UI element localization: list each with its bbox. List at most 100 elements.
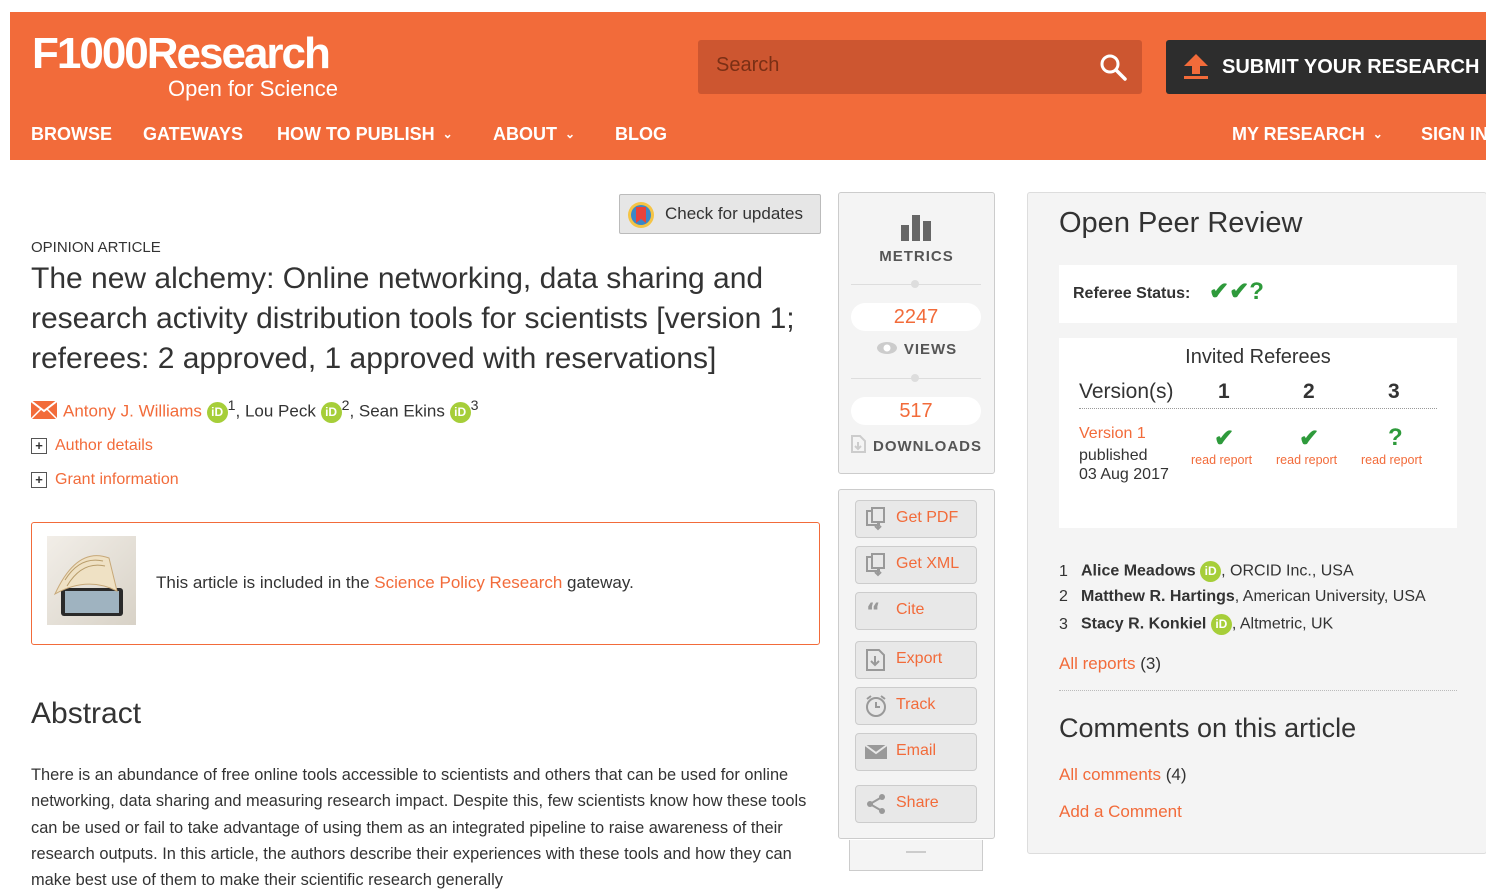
author-details-toggle[interactable]: + Author details: [31, 437, 153, 455]
get-pdf-button[interactable]: Get PDF: [855, 500, 977, 538]
gateway-image: [47, 536, 136, 625]
referee-affiliation: , Altmetric, UK: [1231, 615, 1334, 633]
submit-label: SUBMIT YOUR RESEARCH: [1222, 56, 1480, 78]
handle-bar: [906, 851, 926, 853]
referee-status-marks: ✔✔?: [1209, 278, 1264, 305]
panel-collapse-tab[interactable]: [849, 840, 983, 871]
grant-information-toggle[interactable]: + Grant information: [31, 471, 179, 489]
nav-how-to-publish-label: HOW TO PUBLISH: [277, 124, 435, 144]
export-icon: [866, 649, 885, 671]
chevron-down-icon: ⌄: [442, 127, 453, 141]
comments-heading: Comments on this article: [1059, 713, 1357, 743]
nav-my-research-label: MY RESEARCH: [1232, 124, 1365, 144]
get-xml-label: Get XML: [896, 555, 960, 572]
gateway-text: This article is included in the Science …: [156, 573, 634, 593]
crossmark-icon: [628, 202, 654, 228]
nav-blog[interactable]: BLOG: [615, 124, 667, 145]
referee-status-box: Referee Status: ✔✔?: [1059, 265, 1457, 323]
nav-about-label: ABOUT: [493, 124, 557, 144]
orcid-icon[interactable]: iD: [449, 401, 471, 423]
submit-research-button[interactable]: SUBMIT YOUR RESEARCH: [1166, 40, 1486, 94]
search-input[interactable]: Search: [698, 40, 1142, 94]
nav-gateways[interactable]: GATEWAYS: [143, 124, 243, 145]
email-icon[interactable]: [30, 399, 58, 420]
chevron-down-icon: ⌄: [1372, 127, 1383, 141]
add-comment-link[interactable]: Add a Comment: [1059, 802, 1182, 822]
gateway-prefix: This article is included in the: [156, 573, 375, 592]
all-comments-count: (4): [1165, 765, 1187, 784]
divider: [1079, 408, 1437, 409]
author-details-label: Author details: [55, 437, 153, 454]
share-button[interactable]: Share: [855, 785, 977, 823]
nav-browse[interactable]: BROWSE: [31, 124, 112, 145]
author-affiliation: 1: [227, 398, 236, 414]
search-placeholder: Search: [716, 54, 780, 76]
xml-download-icon: [866, 553, 885, 577]
versions-header: Version(s): [1079, 380, 1174, 403]
svg-text:“: “: [866, 600, 880, 623]
plus-icon: +: [31, 471, 47, 488]
plus-icon: +: [31, 437, 47, 454]
track-label: Track: [896, 696, 936, 713]
orcid-icon[interactable]: iD: [1210, 614, 1232, 635]
email-button[interactable]: Email: [855, 733, 977, 771]
pdf-download-icon: [866, 507, 885, 531]
upload-icon: [1184, 54, 1208, 79]
get-xml-button[interactable]: Get XML: [855, 546, 977, 584]
author-name[interactable]: Antony J. Williams: [63, 402, 202, 421]
eye-icon: [876, 342, 897, 354]
read-report-link[interactable]: read report: [1276, 453, 1337, 467]
read-report-link[interactable]: read report: [1191, 453, 1252, 467]
nav-sign-in[interactable]: SIGN IN: [1421, 124, 1486, 145]
referee-index: 1: [1059, 562, 1068, 580]
referee-number: 2: [1303, 380, 1315, 403]
published-date: 03 Aug 2017: [1079, 466, 1169, 483]
divider-dot: [911, 280, 919, 288]
referee-row: 3 Stacy R. Konkiel iD, Altmetric, UK: [1059, 614, 1333, 635]
referee-name: Matthew R. Hartings: [1081, 588, 1235, 605]
alarm-clock-icon: [866, 695, 886, 717]
logo-wordmark: F1000Research: [32, 29, 331, 78]
check-for-updates-button[interactable]: Check for updates: [619, 194, 821, 234]
referee-affiliation: , American University, USA: [1234, 588, 1426, 605]
divider-dot: [911, 374, 919, 382]
orcid-icon[interactable]: iD: [320, 401, 342, 423]
divider: [1059, 690, 1457, 691]
all-comments-link[interactable]: All comments: [1059, 765, 1161, 784]
referee-name: Stacy R. Konkiel: [1081, 615, 1207, 633]
export-button[interactable]: Export: [855, 641, 977, 679]
published-info: published 03 Aug 2017: [1079, 446, 1169, 484]
referee-index: 2: [1059, 588, 1068, 605]
read-report-link[interactable]: read report: [1361, 453, 1422, 467]
metrics-panel[interactable]: METRICS 2247 VIEWS 517 DOWNLOADS: [838, 192, 995, 474]
approved-check-icon: ✔: [1299, 425, 1320, 452]
all-reports-link[interactable]: All reports: [1059, 654, 1136, 673]
orcid-icon[interactable]: iD: [1200, 561, 1222, 582]
grant-information-label: Grant information: [55, 471, 179, 488]
referee-name: Alice Meadows: [1081, 562, 1196, 580]
track-button[interactable]: Track: [855, 687, 977, 725]
nav-how-to-publish[interactable]: HOW TO PUBLISH ⌄: [277, 124, 453, 145]
author-name: Sean Ekins: [358, 401, 445, 421]
site-header: F1000Research Open for Science Search SU…: [10, 12, 1486, 160]
search-icon[interactable]: [1098, 52, 1128, 82]
nav-about[interactable]: ABOUT ⌄: [493, 124, 575, 145]
nav-my-research[interactable]: MY RESEARCH ⌄: [1232, 124, 1383, 145]
version-1-link[interactable]: Version 1: [1079, 425, 1146, 443]
all-reports-count: (3): [1140, 654, 1162, 673]
envelope-icon: [864, 744, 888, 759]
invited-referees-table: Invited Referees Version(s) 1 2 3 Versio…: [1059, 338, 1457, 528]
article-actions-panel: Get PDF Get XML “ Cite Export Track Emai…: [838, 489, 995, 839]
referee-index: 3: [1059, 615, 1068, 633]
referee-number: 3: [1388, 380, 1400, 403]
open-peer-review-panel: Open Peer Review Referee Status: ✔✔? Inv…: [1027, 192, 1486, 854]
abstract-text: There is an abundance of free online too…: [31, 766, 807, 890]
downloads-count: 517: [851, 397, 981, 425]
logo-tagline: Open for Science: [168, 76, 338, 101]
cite-button[interactable]: “ Cite: [855, 592, 977, 630]
site-logo[interactable]: F1000Research Open for Science: [32, 29, 338, 102]
orcid-icon[interactable]: iD: [206, 401, 228, 423]
all-comments: All comments (4): [1059, 765, 1187, 785]
gateway-link[interactable]: Science Policy Research: [374, 573, 562, 592]
export-label: Export: [896, 650, 943, 667]
